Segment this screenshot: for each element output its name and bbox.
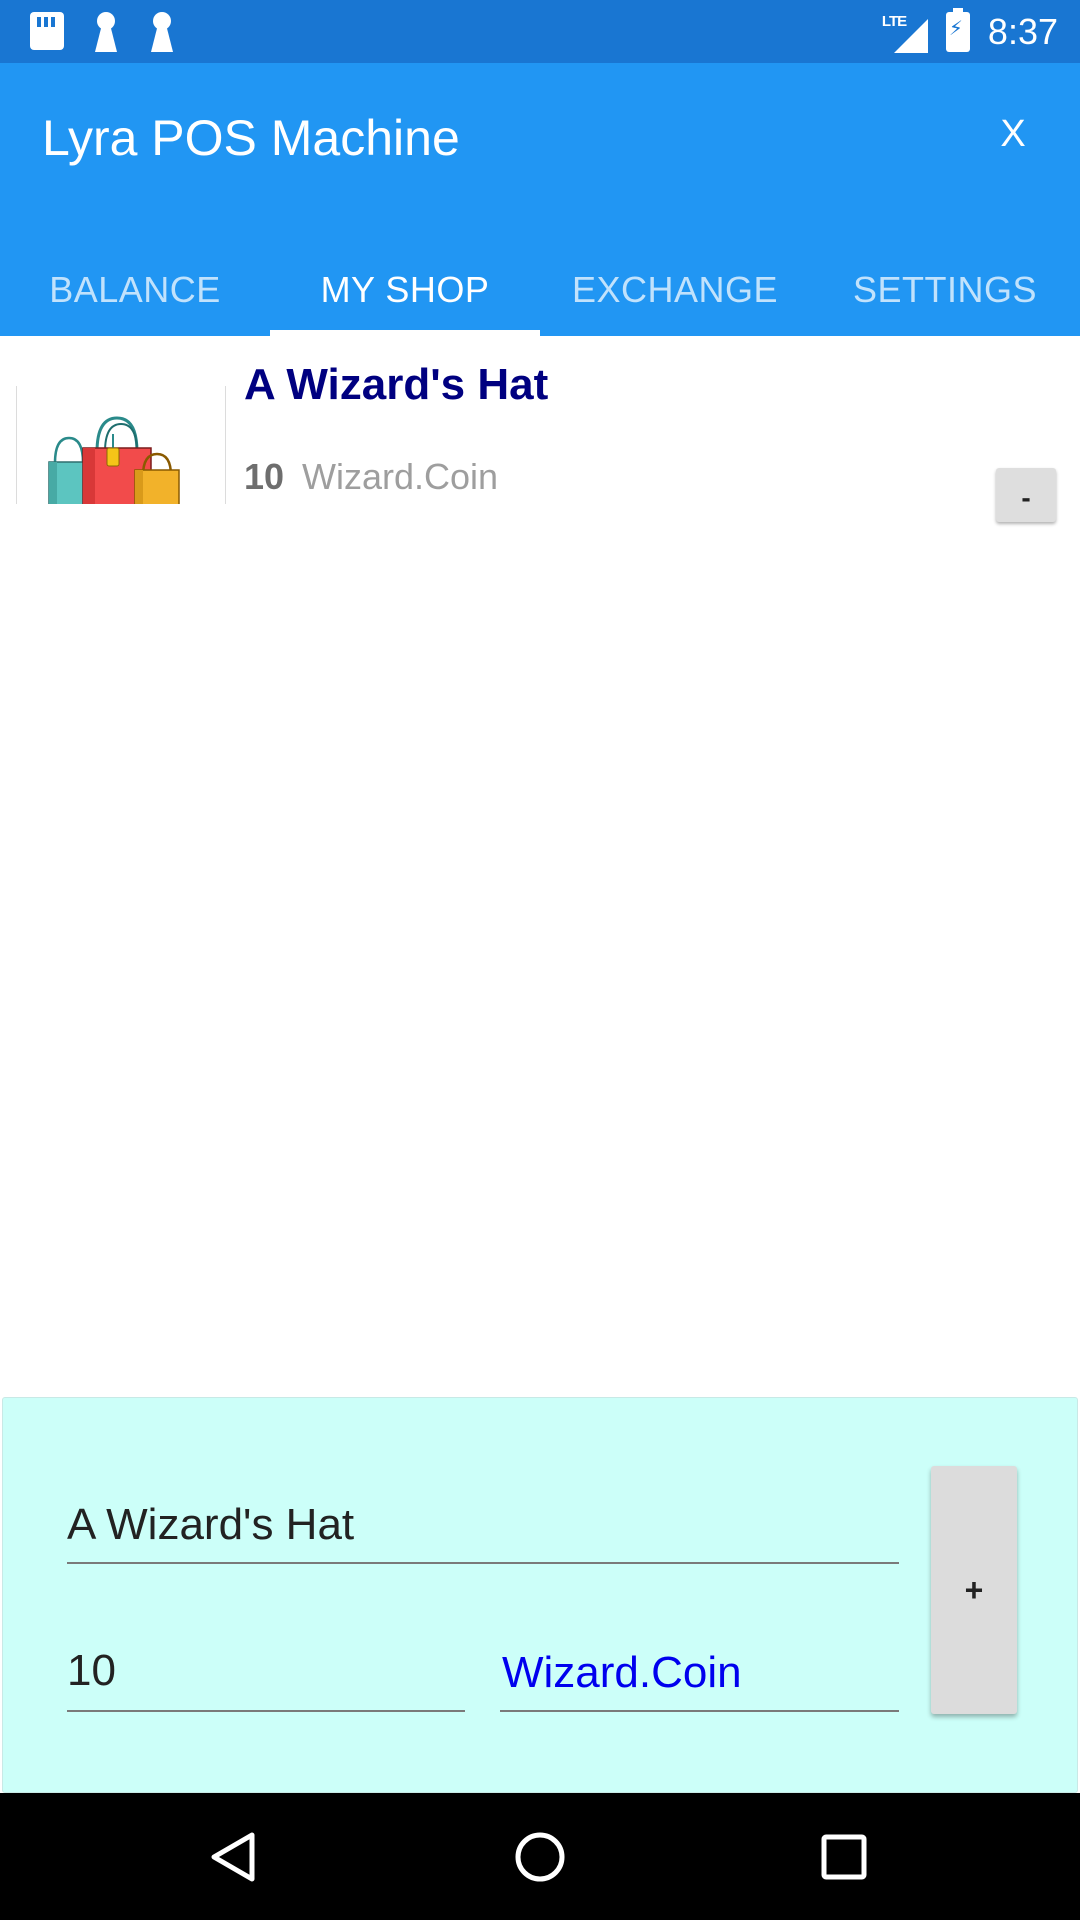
currency-picker[interactable]: Wizard.Coin [500,1630,899,1712]
remove-item-button[interactable]: - [996,468,1056,522]
tab-settings[interactable]: SETTINGS [810,243,1080,336]
shopping-bags-image [16,386,226,533]
status-bar: LTE 8:37 [0,0,1080,63]
item-price: 10 [244,456,285,497]
status-clock: 8:37 [987,11,1058,52]
app-title: Lyra POS Machine [42,110,460,166]
tab-my-shop[interactable]: MY SHOP [270,243,540,336]
system-icons: LTE 8:37 [882,8,1058,56]
item-name-input[interactable] [67,1484,899,1560]
add-item-button[interactable]: + [931,1466,1017,1714]
item-price-field [67,1630,465,1712]
sd-card-icon [30,12,64,50]
home-icon[interactable] [504,1821,576,1893]
item-title: A Wizard's Hat [244,360,549,409]
app-bar: Lyra POS Machine X BALANCE MY SHOP EXCHA… [0,63,1080,336]
back-icon[interactable] [200,1821,272,1893]
list-item[interactable]: A Wizard's Hat 10 Wizard.Coin - [0,336,1080,533]
navigation-bar [0,1793,1080,1920]
lte-signal-icon: LTE [882,11,928,53]
notification-icons [30,12,176,52]
key-icon [92,12,120,52]
item-price-input[interactable] [67,1630,465,1708]
battery-charging-icon [945,8,970,52]
screen: LTE 8:37 Lyra POS Machine X BALANCE MY S… [0,0,1080,1920]
item-currency: Wizard.Coin [302,456,499,497]
tab-bar: BALANCE MY SHOP EXCHANGE SETTINGS [0,243,1080,336]
close-button[interactable]: X [988,113,1038,156]
key-icon [148,12,176,52]
tab-balance[interactable]: BALANCE [0,243,270,336]
currency-picker-value: Wizard.Coin [502,1648,742,1697]
recents-icon[interactable] [808,1821,880,1893]
add-item-panel: Wizard.Coin + [2,1397,1078,1793]
tab-exchange[interactable]: EXCHANGE [540,243,810,336]
item-name-field [67,1484,899,1564]
shop-item-list: A Wizard's Hat 10 Wizard.Coin - [0,336,1080,533]
signal-strength-icon [893,19,928,53]
